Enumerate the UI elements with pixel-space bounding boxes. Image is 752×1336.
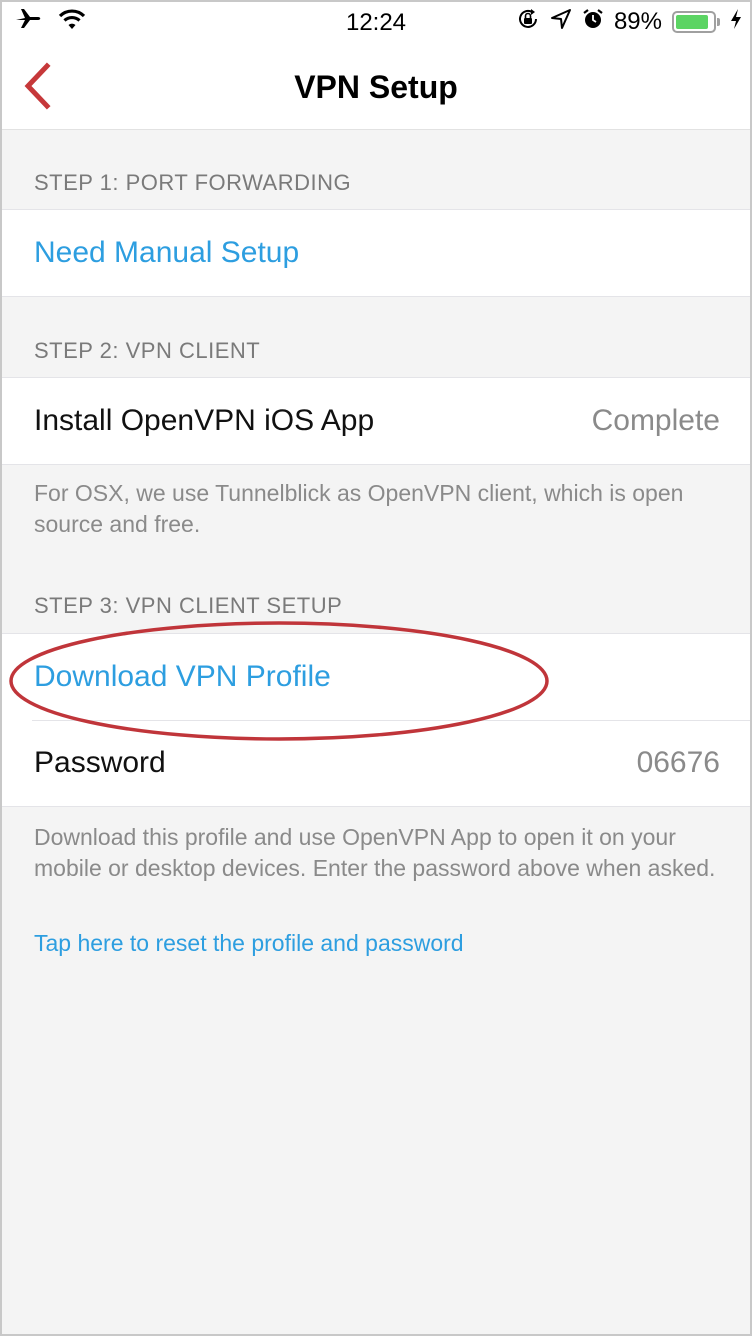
step-2-footer: For OSX, we use Tunnelblick as OpenVPN c… [34, 480, 684, 537]
page-title: VPN Setup [294, 69, 458, 105]
phone-screen: 12:24 89% VPN Setup STEP 1: PORT FORWARD… [2, 2, 750, 1334]
password-value: 06676 [636, 746, 720, 779]
install-openvpn-cell[interactable]: Install OpenVPN iOS App Complete [2, 378, 750, 464]
need-manual-setup-link[interactable]: Need Manual Setup [34, 236, 299, 270]
reset-profile-link[interactable]: Tap here to reset the profile and passwo… [34, 930, 464, 957]
download-vpn-profile-link[interactable]: Download VPN Profile [34, 660, 331, 694]
battery-icon [672, 11, 720, 33]
status-bar: 12:24 89% [2, 2, 750, 42]
password-cell: Password 06676 [2, 720, 750, 806]
install-openvpn-label: Install OpenVPN iOS App [34, 404, 375, 437]
install-status-value: Complete [591, 404, 720, 437]
section-header-step-1: STEP 1: PORT FORWARDING [34, 170, 352, 195]
battery-level [676, 15, 709, 29]
password-label: Password [34, 746, 166, 779]
download-vpn-profile-cell[interactable]: Download VPN Profile [2, 634, 750, 720]
charging-bolt-icon [730, 8, 742, 37]
section-header-step-2: STEP 2: VPN CLIENT [34, 338, 261, 363]
section-header-step-3: STEP 3: VPN CLIENT SETUP [34, 593, 343, 618]
step-3-footer: Download this profile and use OpenVPN Ap… [34, 824, 716, 881]
need-manual-setup-cell[interactable]: Need Manual Setup [2, 210, 750, 296]
alarm-icon [582, 8, 604, 37]
step-3-group: Download VPN Profile Password 06676 [2, 633, 750, 807]
status-right: 89% [516, 8, 742, 36]
step-2-group: Install OpenVPN iOS App Complete [2, 377, 750, 465]
location-arrow-icon [550, 8, 572, 37]
rotation-lock-icon [516, 7, 540, 38]
battery-percent: 89% [613, 8, 662, 35]
navigation-bar: VPN Setup [2, 42, 750, 130]
step-1-group: Need Manual Setup [2, 209, 750, 297]
